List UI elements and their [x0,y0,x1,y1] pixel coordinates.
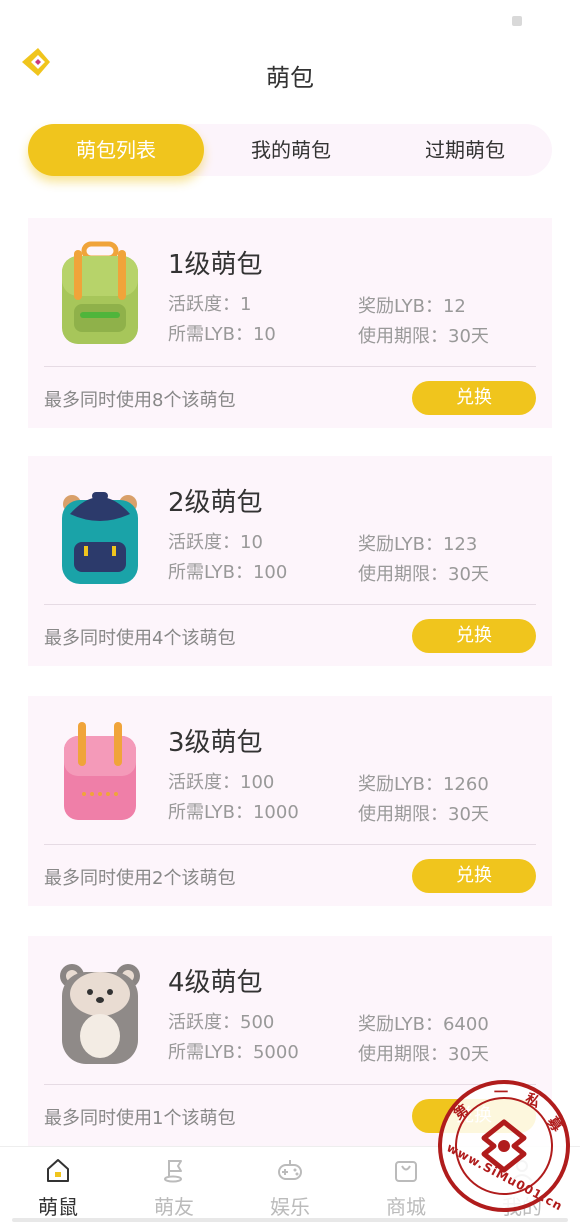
redeem-button[interactable]: 兑换 [412,619,536,653]
divider [44,844,536,845]
usage-period: 使用期限：30天 [358,564,489,585]
nav-item-mengyou[interactable]: 萌友 [116,1147,232,1224]
redeem-button[interactable]: 兑换 [412,859,536,893]
usage-period: 使用期限：30天 [358,1044,489,1065]
usage-limit-note: 最多同时使用1个该萌包 [44,1108,236,1129]
seal-char: 一 [494,1085,508,1101]
usage-limit-note: 最多同时使用2个该萌包 [44,868,236,889]
pack-card-level-3: 3级萌包 活跃度：100 所需LYB：1000 奖励LYB：1260 使用期限：… [28,696,552,906]
status-indicator [512,16,522,26]
pack-title: 3级萌包 [168,728,263,758]
activity-value: 活跃度：500 [168,1012,275,1033]
usage-period: 使用期限：30天 [358,804,489,825]
pack-title: 1级萌包 [168,250,263,280]
pack-title: 2级萌包 [168,488,263,518]
usage-limit-note: 最多同时使用8个该萌包 [44,390,236,411]
nav-label: 萌鼠 [38,1195,78,1219]
activity-value: 活跃度：100 [168,772,275,793]
required-lyb: 所需LYB：1000 [168,802,299,823]
flag-icon [164,1160,182,1183]
divider [44,604,536,605]
tab-my-packs[interactable]: 我的萌包 [204,124,378,176]
tab-bar: 萌包列表 我的萌包 过期萌包 [28,124,552,176]
nav-item-yule[interactable]: 娱乐 [232,1147,348,1224]
pink-backpack-icon [64,722,136,820]
reward-lyb: 奖励LYB：6400 [358,1014,489,1035]
activity-value: 活跃度：1 [168,294,252,315]
required-lyb: 所需LYB：10 [168,324,276,345]
nav-item-mengshu[interactable]: 萌鼠 [0,1147,116,1224]
gamepad-icon [278,1160,302,1180]
pack-title: 4级萌包 [168,968,263,998]
shopping-bag-icon [395,1161,417,1182]
page-title: 萌包 [266,64,314,92]
watermark-seal: 第 一 私 募 www.SiMu001.cn [432,1074,576,1218]
reward-lyb: 奖励LYB：12 [358,296,466,317]
reward-lyb: 奖励LYB：1260 [358,774,489,795]
divider [44,366,536,367]
usage-period: 使用期限：30天 [358,326,489,347]
tab-expired-packs[interactable]: 过期萌包 [378,124,552,176]
nav-label: 萌友 [154,1195,194,1219]
pack-card-level-2: 2级萌包 活跃度：10 所需LYB：100 奖励LYB：123 使用期限：30天… [28,456,552,666]
nav-label: 娱乐 [270,1195,310,1219]
tab-pack-list[interactable]: 萌包列表 [28,124,204,176]
home-indicator [12,1218,568,1222]
teal-backpack-icon [62,492,138,584]
usage-limit-note: 最多同时使用4个该萌包 [44,628,236,649]
pack-card-level-1: 1级萌包 活跃度：1 所需LYB：10 奖励LYB：12 使用期限：30天 最多… [28,218,552,428]
reward-lyb: 奖励LYB：123 [358,534,478,555]
raccoon-backpack-icon [60,964,140,1064]
green-backpack-icon [62,241,138,344]
redeem-button[interactable]: 兑换 [412,381,536,415]
required-lyb: 所需LYB：100 [168,562,288,583]
required-lyb: 所需LYB：5000 [168,1042,299,1063]
home-icon [47,1159,69,1182]
activity-value: 活跃度：10 [168,532,263,553]
